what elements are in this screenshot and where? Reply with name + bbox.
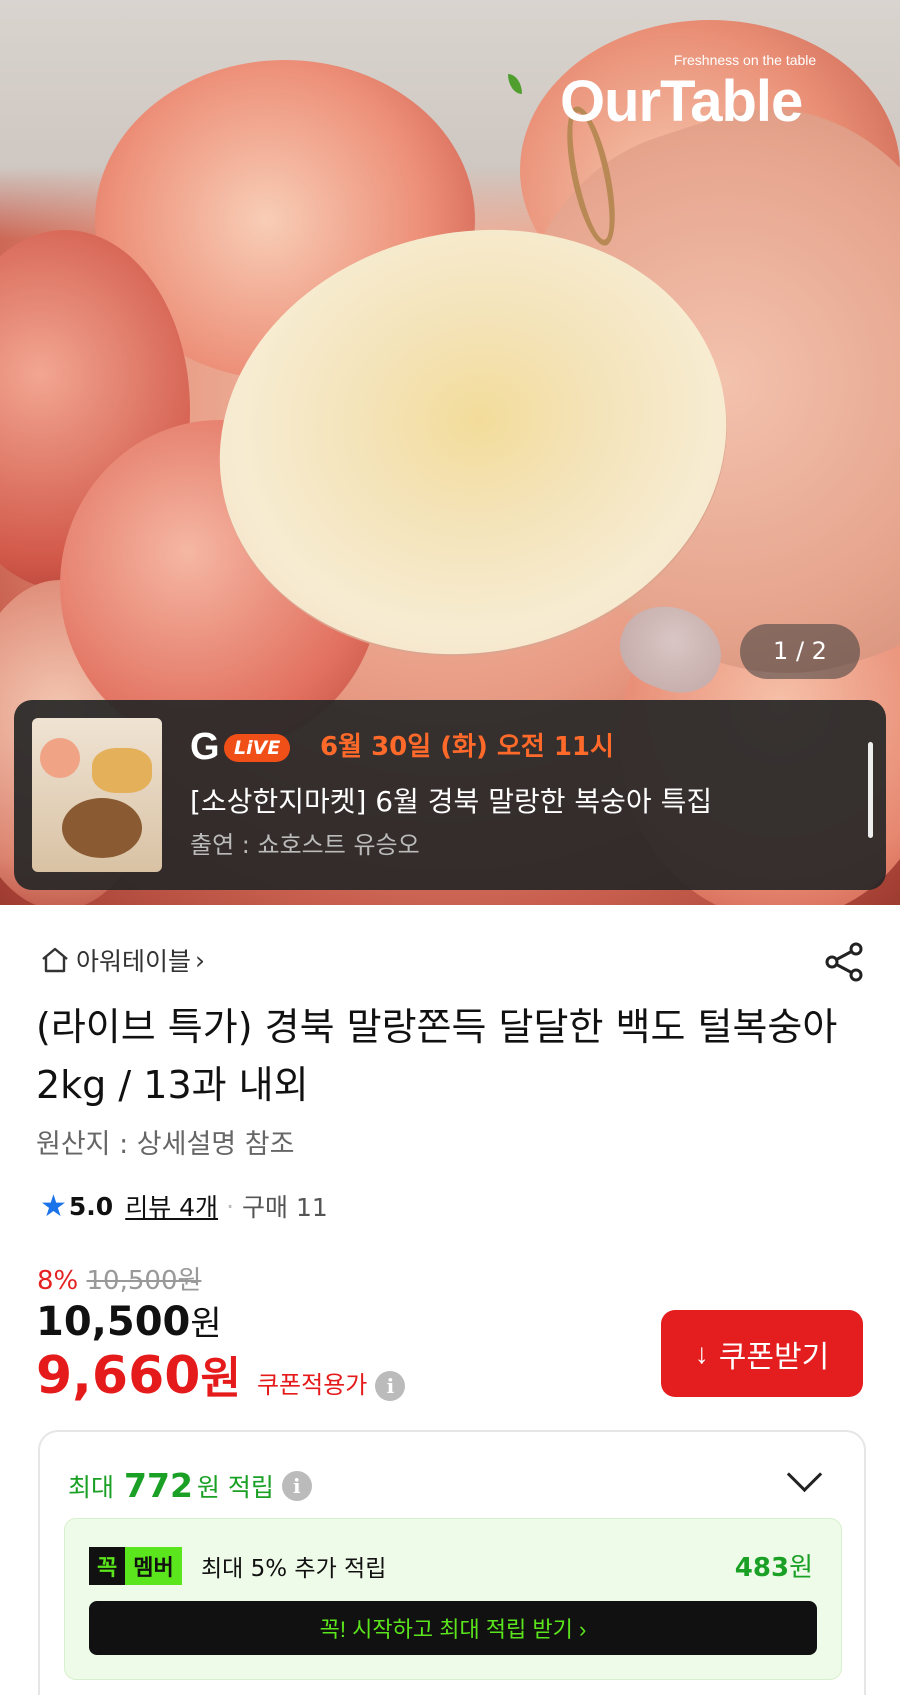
rating-score: 5.0 <box>68 1191 114 1221</box>
original-price: 10,500원 <box>87 1266 202 1296</box>
logo-text: OurTable <box>560 69 803 134</box>
thumb-shape <box>62 798 142 858</box>
info-icon[interactable]: i <box>281 1470 312 1501</box>
share-icon[interactable] <box>822 940 866 984</box>
points-suffix: 원 적립 <box>196 1472 274 1502</box>
live-date: 6월 30일 (화) 오전 11시 <box>320 732 614 762</box>
member-badge-part1: 꼭 <box>89 1547 126 1585</box>
chevron-right-icon: › <box>195 945 206 975</box>
rating-row: ★ 5.0 리뷰 4개 · 구매 11 <box>40 1188 328 1224</box>
member-benefit-box: 꼭 멤버 최대 5% 추가 적립 483원 꼭! 시작하고 최대 적립 받기 › <box>64 1518 842 1680</box>
discount-row: 8% 10,500원 <box>37 1260 201 1297</box>
purchase-count: 구매 11 <box>242 1193 328 1222</box>
glive-g-letter: G <box>190 726 220 768</box>
original-price-value: 10,500 <box>86 1266 178 1296</box>
member-amount: 483원 <box>735 1547 813 1584</box>
thumb-shape <box>40 738 80 778</box>
points-panel: 최대 772 원 적립 i 꼭 멤버 최대 5% 추가 적립 483원 꼭! 시… <box>38 1430 866 1695</box>
member-badge: 꼭 멤버 <box>89 1547 182 1585</box>
coupon-price: 9,660 원 쿠폰적용가 i <box>36 1342 406 1406</box>
chevron-down-icon[interactable] <box>786 1456 823 1493</box>
start-membership-button[interactable]: 꼭! 시작하고 최대 적립 받기 › <box>89 1601 817 1655</box>
home-icon <box>42 947 68 973</box>
coupon-price-value: 9,660 <box>36 1346 201 1406</box>
member-description: 최대 5% 추가 적립 <box>201 1556 387 1582</box>
product-origin: 원산지 : 상세설명 참조 <box>36 1129 295 1160</box>
seller-name: 아워테이블 <box>76 947 192 976</box>
live-cast: 출연 : 쇼호스트 유승오 <box>190 831 420 859</box>
original-price-unit: 원 <box>177 1266 202 1296</box>
info-icon[interactable]: i <box>375 1371 406 1401</box>
review-link[interactable]: 리뷰 4개 <box>125 1188 218 1224</box>
live-title: [소상한지마켓] 6월 경북 말랑한 복숭아 특집 <box>190 785 713 818</box>
live-broadcast-banner[interactable]: G LiVE 6월 30일 (화) 오전 11시 [소상한지마켓] 6월 경북 … <box>14 700 886 890</box>
separator-dot: · <box>226 1191 235 1221</box>
image-pager: 1 / 2 <box>740 624 860 679</box>
points-prefix: 최대 <box>68 1472 115 1502</box>
star-icon: ★ <box>40 1188 67 1224</box>
live-badge: LiVE <box>224 734 291 762</box>
discount-percent: 8% <box>37 1266 79 1296</box>
seller-link[interactable]: 아워테이블 › <box>40 942 205 978</box>
coupon-price-unit: 원 <box>200 1353 241 1404</box>
thumb-shape <box>92 748 152 793</box>
banner-scrollbar[interactable] <box>868 742 873 838</box>
member-badge-part2: 멤버 <box>125 1547 182 1585</box>
sale-price: 10,500원 <box>36 1296 222 1345</box>
live-thumbnail <box>32 718 162 872</box>
get-coupon-button[interactable]: ↓ 쿠폰받기 <box>661 1310 863 1397</box>
sale-price-value: 10,500 <box>36 1299 191 1345</box>
points-header[interactable]: 최대 772 원 적립 i <box>68 1466 312 1505</box>
product-title: (라이브 특가) 경북 말랑쫀득 달달한 백도 털복숭아 2kg / 13과 내… <box>36 1005 838 1107</box>
coupon-price-label: 쿠폰적용가 <box>256 1371 368 1399</box>
logo-tagline: Freshness on the table <box>673 52 817 68</box>
sale-price-unit: 원 <box>190 1304 222 1344</box>
logo-wordmark: OurTable <box>508 68 880 135</box>
points-amount: 772 <box>124 1466 193 1505</box>
get-coupon-label: 쿠폰받기 <box>718 1340 830 1374</box>
member-amount-value: 483 <box>734 1553 790 1583</box>
brand-logo: Freshness on the table OurTable <box>508 52 880 135</box>
member-amount-unit: 원 <box>789 1553 813 1583</box>
download-icon: ↓ <box>694 1337 709 1369</box>
